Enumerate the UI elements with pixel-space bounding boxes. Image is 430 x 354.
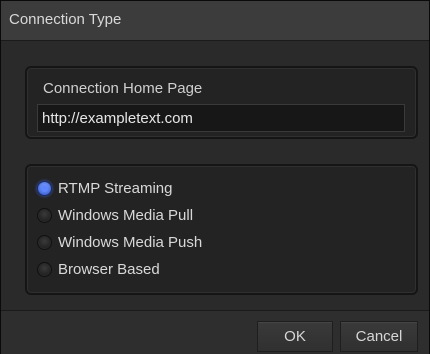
radio-selected-icon[interactable] <box>37 180 52 196</box>
radio-label: Windows Media Pull <box>58 206 194 224</box>
home-page-group: Connection Home Page <box>25 66 418 139</box>
connection-type-dialog: Connection Type Connection Home Page RTM… <box>0 0 430 354</box>
home-page-url-input[interactable] <box>37 104 405 132</box>
dialog-footer: OK Cancel <box>1 310 429 354</box>
cancel-button[interactable]: Cancel <box>340 321 418 352</box>
radio-rtmp-streaming[interactable]: RTMP Streaming <box>37 177 173 199</box>
radio-label: Browser Based <box>58 260 160 278</box>
radio-label: RTMP Streaming <box>58 179 173 197</box>
radio-unselected-icon[interactable] <box>37 261 52 277</box>
radio-browser-based[interactable]: Browser Based <box>37 258 160 280</box>
connection-type-group: RTMP Streaming Windows Media Pull Window… <box>25 164 418 295</box>
radio-label: Windows Media Push <box>58 233 203 251</box>
radio-unselected-icon[interactable] <box>37 207 52 223</box>
ok-button[interactable]: OK <box>257 321 333 352</box>
dialog-content: Connection Home Page RTMP Streaming Wind… <box>1 41 429 310</box>
radio-windows-media-push[interactable]: Windows Media Push <box>37 231 202 253</box>
home-page-label: Connection Home Page <box>43 80 203 97</box>
radio-windows-media-pull[interactable]: Windows Media Pull <box>37 204 193 226</box>
radio-unselected-icon[interactable] <box>37 234 52 250</box>
title-bar[interactable]: Connection Type <box>1 1 429 41</box>
dialog-title: Connection Type <box>9 11 122 28</box>
